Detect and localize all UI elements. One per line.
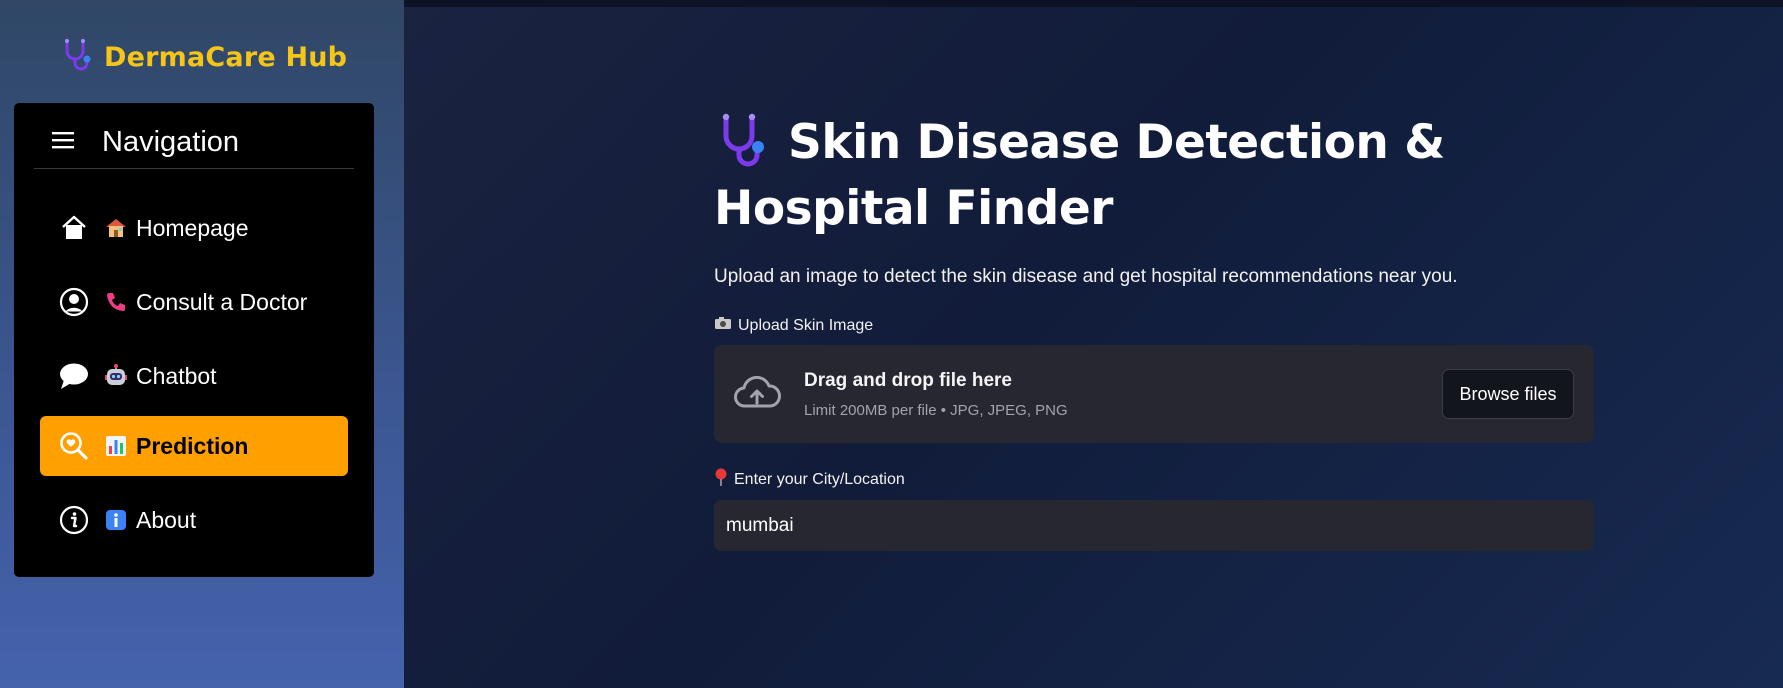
- navigation-menu: Navigation Homepage Consult a Doctor Cha…: [14, 103, 374, 577]
- nav-item-label: Chatbot: [136, 362, 217, 389]
- nav-item-prediction[interactable]: Prediction: [40, 416, 348, 476]
- dropzone-text: Drag and drop file here Limit 200MB per …: [804, 370, 1442, 419]
- robot-emoji: [102, 362, 130, 390]
- top-bar: [404, 0, 1783, 7]
- hamburger-menu-icon: [52, 131, 74, 154]
- location-label: Enter your City/Location: [714, 468, 1594, 491]
- prediction-form: Skin Disease Detection & Hospital Finder…: [714, 110, 1594, 551]
- info-circle-icon: [58, 504, 90, 536]
- camera-icon: [714, 316, 732, 335]
- house-emoji: [102, 214, 130, 242]
- nav-item-consult-a-doctor[interactable]: Consult a Doctor: [40, 272, 348, 332]
- nav-header: Navigation: [34, 117, 354, 169]
- upload-label: Upload Skin Image: [714, 316, 1594, 335]
- stethoscope-icon: [714, 112, 780, 168]
- browse-files-button[interactable]: Browse files: [1442, 369, 1574, 419]
- location-input[interactable]: [714, 500, 1594, 551]
- nav-item-label: Prediction: [136, 432, 249, 459]
- info-emoji: [102, 506, 130, 534]
- search-heart-icon: [58, 430, 90, 462]
- nav-item-homepage[interactable]: Homepage: [40, 198, 348, 258]
- nav-item-chatbot[interactable]: Chatbot: [40, 346, 348, 406]
- nav-item-about[interactable]: About: [40, 490, 348, 550]
- upload-label-text: Upload Skin Image: [738, 316, 874, 334]
- page-subtitle: Upload an image to detect the skin disea…: [714, 266, 1458, 287]
- round-pushpin-icon: [714, 468, 728, 491]
- brand: DermaCare Hub: [60, 36, 347, 78]
- nav-item-label: Homepage: [136, 214, 249, 241]
- user-circle-icon: [58, 286, 90, 318]
- house-icon: [58, 212, 90, 244]
- chat-bubble-icon: [58, 360, 90, 392]
- dropzone-title: Drag and drop file here: [804, 369, 1012, 391]
- main-content: Skin Disease Detection & Hospital Finder…: [404, 0, 1783, 688]
- nav-header-title: Navigation: [102, 126, 240, 158]
- app-window: DermaCare Hub Navigation Homepage Consul…: [0, 0, 1783, 688]
- bar-chart-emoji: [102, 432, 130, 460]
- page-title: Skin Disease Detection & Hospital Finder: [714, 110, 1594, 242]
- cloud-upload-icon: [732, 374, 782, 414]
- nav-item-label: About: [136, 506, 197, 533]
- page-title-text: Skin Disease Detection & Hospital Finder: [714, 115, 1445, 236]
- file-dropzone[interactable]: Drag and drop file here Limit 200MB per …: [714, 345, 1594, 443]
- telephone-emoji: [102, 288, 130, 316]
- dropzone-limit: Limit 200MB per file • JPG, JPEG, PNG: [804, 401, 1068, 419]
- location-label-text: Enter your City/Location: [734, 470, 905, 488]
- brand-title: DermaCare Hub: [104, 41, 348, 73]
- stethoscope-icon: [60, 38, 94, 77]
- sidebar: DermaCare Hub Navigation Homepage Consul…: [0, 0, 404, 688]
- nav-item-label: Consult a Doctor: [136, 288, 308, 315]
